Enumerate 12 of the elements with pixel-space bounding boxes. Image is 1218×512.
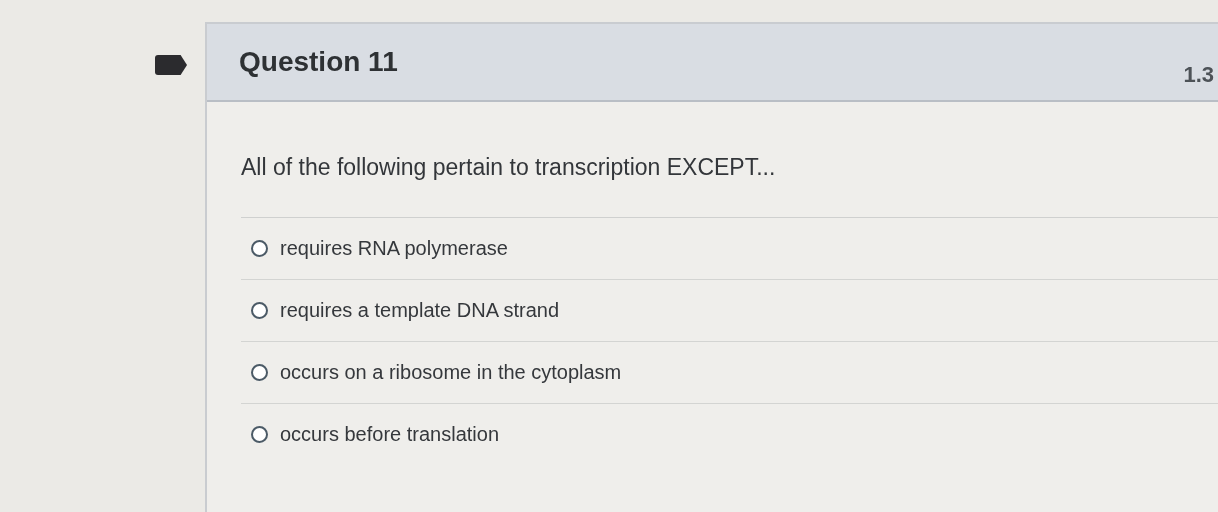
option-label[interactable]: occurs on a ribosome in the cytoplasm bbox=[280, 361, 622, 384]
option-label[interactable]: occurs before translation bbox=[280, 423, 499, 446]
option-label[interactable]: requires a template DNA strand bbox=[280, 299, 560, 322]
question-prompt: All of the following pertain to transcription EXCEPT... bbox=[241, 154, 1218, 218]
radio-button[interactable] bbox=[251, 302, 268, 319]
radio-button[interactable] bbox=[251, 426, 268, 443]
radio-button[interactable] bbox=[251, 364, 268, 381]
points-value: 1.3 bbox=[1183, 62, 1214, 88]
option-label[interactable]: requires RNA polymerase bbox=[280, 237, 508, 260]
flag-icon[interactable] bbox=[155, 55, 187, 75]
question-title: Question 11 bbox=[239, 46, 398, 78]
radio-button[interactable] bbox=[251, 240, 268, 257]
